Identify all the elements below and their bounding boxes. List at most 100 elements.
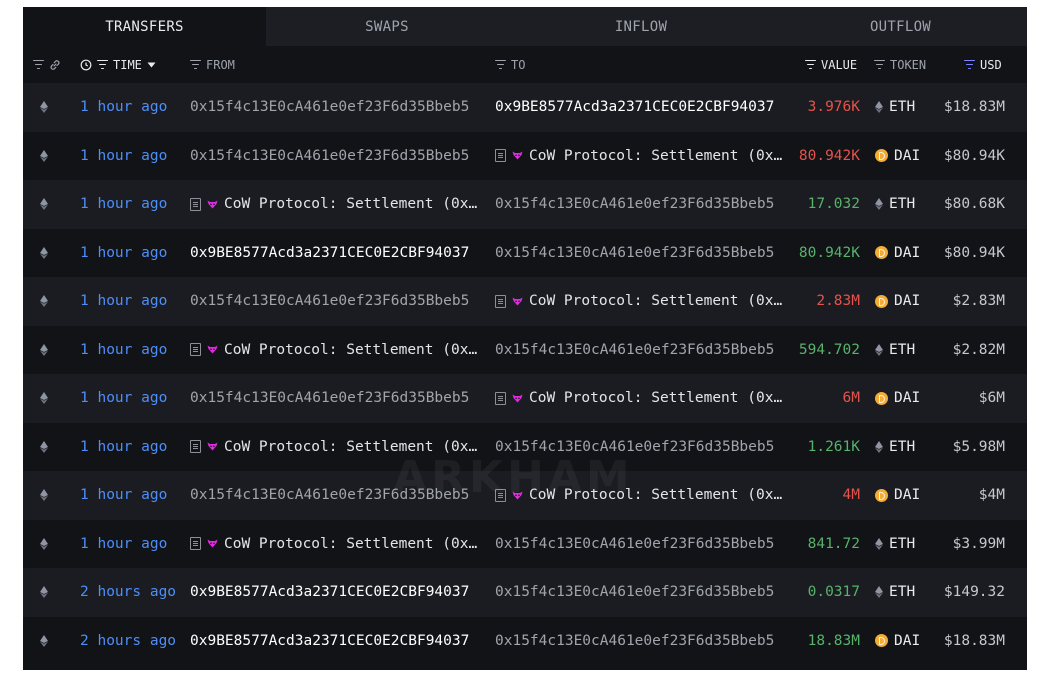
value-cell: 80.942K [798,244,860,261]
time-link[interactable]: 1 hour ago [80,180,190,229]
from-column-header[interactable]: FROM [190,46,235,83]
time-link[interactable]: 1 hour ago [80,277,190,326]
usd-cell: $80.94K [943,147,1005,164]
tab-swaps[interactable]: SWAPS [266,7,508,46]
table-row[interactable]: 1 hour ago 0x9BE8577Acd3a2371CEC0E2CBF940… [23,229,1027,278]
time-link[interactable]: 2 hours ago [80,617,190,666]
from-address[interactable]: 0x9BE8577Acd3a2371CEC0E2CBF94037 [190,584,469,600]
chain-cell [40,471,58,520]
cow-protocol-icon [207,442,218,451]
eth-token-icon [875,537,883,550]
time-link[interactable]: 1 hour ago [80,83,190,132]
sort-desc-icon[interactable] [147,62,156,68]
table-row[interactable]: 1 hour ago 0x15f4c13E0cA461e0ef23F6d35Bbe… [23,132,1027,181]
filter-icon[interactable] [33,60,44,70]
usd-cell: $80.94K [943,244,1005,261]
token-filter-icon[interactable] [874,60,885,70]
value-filter-icon[interactable] [805,60,816,70]
to-cell: 0x15f4c13E0cA461e0ef23F6d35Bbeb5 [495,568,793,617]
from-label: CoW Protocol: Settlement (0x9008d19f58AA… [224,196,479,213]
link-icon[interactable] [49,59,61,71]
from-entity[interactable]: CoW Protocol: Settlement (0x9008d19f58AA… [190,342,479,358]
table-row[interactable]: 1 hour ago 0x15f4c13E0cA461e0ef23F6d35Bbe… [23,83,1027,132]
time-filter-icon[interactable] [97,60,108,70]
time-link[interactable]: 1 hour ago [80,132,190,181]
contract-icon [495,391,506,405]
usd-cell: $5.98M [952,438,1005,455]
from-address[interactable]: 0x15f4c13E0cA461e0ef23F6d35Bbeb5 [190,390,469,406]
to-entity[interactable]: CoW Protocol: Settlement (0x9008d19f58AA… [495,293,784,309]
token-symbol: DAI [894,293,921,310]
from-address[interactable]: 0x9BE8577Acd3a2371CEC0E2CBF94037 [190,633,469,649]
token-header-label: TOKEN [890,57,927,72]
token-symbol: DAI [894,632,921,649]
usd-column-header[interactable]: USD [964,46,1002,83]
time-column-header[interactable]: TIME [80,46,156,83]
table-row[interactable]: 1 hour ago 0x15f4c13E0cA461e0ef23F6d35Bbe… [23,471,1027,520]
table-row[interactable]: 1 hour ago 0x15f4c13E0cA461e0ef23F6d35Bbe… [23,277,1027,326]
to-entity[interactable]: CoW Protocol: Settlement (0x9008d19f58AA… [495,390,784,406]
contract-icon [190,537,201,551]
table-row[interactable]: 2 hours ago 0x9BE8577Acd3a2371CEC0E2CBF94… [23,617,1027,666]
table-row[interactable]: 1 hour ago CoW Protocol: Settlement (0x9 0… [23,423,1027,472]
cow-protocol-icon [512,491,523,500]
to-filter-icon[interactable] [495,60,506,70]
to-address[interactable]: 0x15f4c13E0cA461e0ef23F6d35Bbeb5 [495,245,774,261]
table-row[interactable]: 1 hour ago 0x15f4c13E0cA461e0ef23F6d35Bbe… [23,374,1027,423]
cow-protocol-icon [512,394,523,403]
time-link[interactable]: 1 hour ago [80,423,190,472]
from-entity[interactable]: CoW Protocol: Settlement (0x9008d19f58AA… [190,439,479,455]
tab-outflow[interactable]: OUTFLOW [774,7,1027,46]
from-address[interactable]: 0x15f4c13E0cA461e0ef23F6d35Bbeb5 [190,99,469,115]
from-filter-icon[interactable] [190,60,201,70]
time-link[interactable]: 1 hour ago [80,520,190,569]
value-cell: 0.0317 [807,584,860,601]
to-entity[interactable]: CoW Protocol: Settlement (0x9008d19f58AA… [495,487,784,503]
from-address[interactable]: 0x9BE8577Acd3a2371CEC0E2CBF94037 [190,245,469,261]
to-address[interactable]: 0x15f4c13E0cA461e0ef23F6d35Bbeb5 [495,196,774,212]
contract-icon [495,294,506,308]
from-address[interactable]: 0x15f4c13E0cA461e0ef23F6d35Bbeb5 [190,293,469,309]
cow-protocol-icon [512,297,523,306]
token-symbol: ETH [889,584,916,601]
to-address[interactable]: 0x15f4c13E0cA461e0ef23F6d35Bbeb5 [495,439,774,455]
time-link[interactable]: 1 hour ago [80,326,190,375]
tab-transfers[interactable]: TRANSFERS [23,7,266,46]
to-column-header[interactable]: TO [495,46,525,83]
usd-cell: $4M [978,487,1005,504]
usd-filter-icon[interactable] [964,60,975,70]
usd-cell: $3.99M [952,535,1005,552]
ethereum-chain-icon [40,537,48,550]
to-cell: 0x15f4c13E0cA461e0ef23F6d35Bbeb5 [495,326,793,375]
time-link[interactable]: 1 hour ago [80,374,190,423]
value-cell: 6M [842,390,860,407]
from-entity[interactable]: CoW Protocol: Settlement (0x9008d19f58AA… [190,196,479,212]
table-row[interactable]: 1 hour ago CoW Protocol: Settlement (0x9 0… [23,180,1027,229]
dai-token-icon [875,246,888,260]
to-address[interactable]: 0x15f4c13E0cA461e0ef23F6d35Bbeb5 [495,536,774,552]
from-address[interactable]: 0x15f4c13E0cA461e0ef23F6d35Bbeb5 [190,487,469,503]
chain-filter-group [33,46,61,83]
contract-icon [495,149,506,163]
from-label: CoW Protocol: Settlement (0x9008d19f58AA… [224,438,479,455]
table-row[interactable]: 1 hour ago CoW Protocol: Settlement (0x9 0… [23,326,1027,375]
token-symbol: ETH [889,535,916,552]
transfers-table-body: 1 hour ago 0x15f4c13E0cA461e0ef23F6d35Bbe… [23,83,1027,665]
table-row[interactable]: 2 hours ago 0x9BE8577Acd3a2371CEC0E2CBF94… [23,568,1027,617]
token-column-header[interactable]: TOKEN [874,46,926,83]
ethereum-chain-icon [40,149,48,162]
time-link[interactable]: 2 hours ago [80,568,190,617]
value-column-header[interactable]: VALUE [805,46,857,83]
table-row[interactable]: 1 hour ago CoW Protocol: Settlement (0x9 0… [23,520,1027,569]
time-link[interactable]: 1 hour ago [80,229,190,278]
from-entity[interactable]: CoW Protocol: Settlement (0x9008d19f58AA… [190,536,479,552]
to-address[interactable]: 0x15f4c13E0cA461e0ef23F6d35Bbeb5 [495,584,774,600]
to-entity[interactable]: CoW Protocol: Settlement (0x9008d19f58AA… [495,148,784,164]
time-link[interactable]: 1 hour ago [80,471,190,520]
tab-inflow[interactable]: INFLOW [508,7,774,46]
from-address[interactable]: 0x15f4c13E0cA461e0ef23F6d35Bbeb5 [190,148,469,164]
to-address[interactable]: 0x9BE8577Acd3a2371CEC0E2CBF94037 [495,99,774,115]
to-label: CoW Protocol: Settlement (0x9008d19f58AA… [529,147,784,164]
to-address[interactable]: 0x15f4c13E0cA461e0ef23F6d35Bbeb5 [495,342,774,358]
to-address[interactable]: 0x15f4c13E0cA461e0ef23F6d35Bbeb5 [495,633,774,649]
